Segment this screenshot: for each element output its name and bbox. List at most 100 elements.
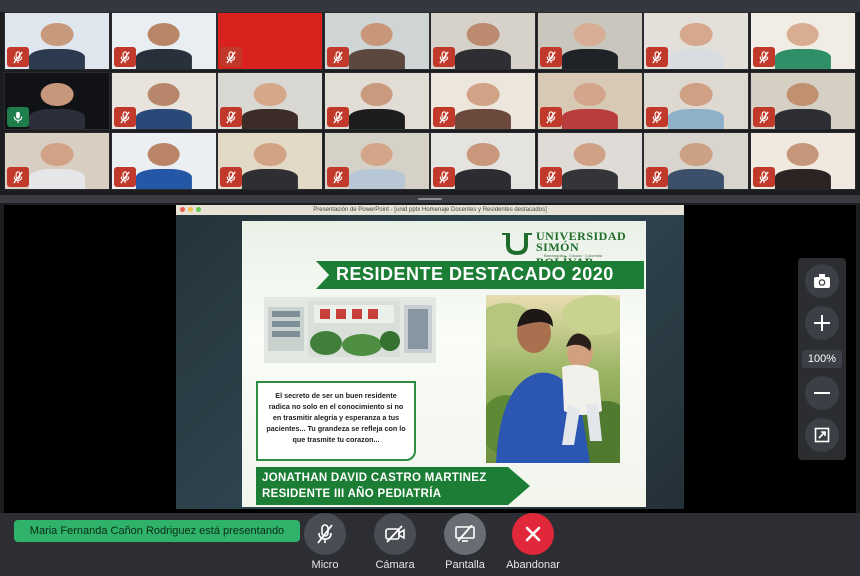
- participant-tile[interactable]: [749, 72, 856, 130]
- camera-button[interactable]: [374, 513, 416, 555]
- close-dot: [180, 207, 185, 212]
- mic-off-icon: [646, 107, 668, 127]
- screen-share-button[interactable]: [444, 513, 486, 555]
- fit-screen-button[interactable]: [805, 418, 839, 452]
- resident-name: JONATHAN DAVID CASTRO MARTINEZ: [262, 472, 487, 484]
- minus-icon: [814, 392, 830, 394]
- leave-control[interactable]: Abandonar: [498, 513, 568, 573]
- participant-tile[interactable]: [749, 12, 856, 70]
- zoom-level: 100%: [802, 350, 842, 368]
- participant-tile[interactable]: [536, 132, 643, 190]
- participant-grid: [4, 12, 856, 192]
- participant-video: [561, 142, 618, 189]
- participant-tile[interactable]: [217, 132, 323, 190]
- participant-video: [135, 22, 192, 69]
- zoom-dot: [196, 207, 201, 212]
- mic-off-icon: [752, 47, 775, 67]
- participant-video: [454, 142, 512, 189]
- participant-tile[interactable]: [110, 132, 217, 190]
- participant-video: [774, 142, 831, 189]
- participant-tile[interactable]: [323, 12, 430, 70]
- mic-button[interactable]: [304, 513, 346, 555]
- mic-off-icon: [752, 107, 775, 127]
- participant-tile[interactable]: [4, 72, 110, 130]
- mic-label: Micro: [311, 559, 339, 571]
- participant-tile[interactable]: [4, 132, 110, 190]
- participant-tile[interactable]: [217, 12, 323, 70]
- participant-video: [348, 22, 405, 69]
- mic-off-icon: [646, 167, 668, 187]
- participant-video: [135, 142, 192, 189]
- participant-video: [348, 82, 405, 129]
- mic-off-icon: [646, 47, 668, 67]
- participant-tile[interactable]: [430, 12, 536, 70]
- participant-video: [774, 22, 831, 69]
- participant-tile[interactable]: [430, 72, 536, 130]
- participant-video: [135, 82, 192, 129]
- camera-off-icon: [385, 525, 405, 543]
- screenshot-button[interactable]: [805, 264, 839, 298]
- bottom-toolbar: Maria Fernanda Cañon Rodriguez está pres…: [0, 513, 860, 576]
- participant-tile[interactable]: [749, 132, 856, 190]
- shared-window: Presentación de PowerPoint - [unid pptx …: [176, 205, 684, 509]
- participant-video: [454, 82, 512, 129]
- slide: UNIVERSIDAD SIMÓN BOLÍVAR Barranquilla ·…: [242, 221, 646, 507]
- mic-off-icon: [326, 167, 349, 187]
- zoom-controls: 100%: [798, 258, 846, 460]
- mic-off-icon: [539, 107, 562, 127]
- participant-video: [348, 142, 405, 189]
- leave-button[interactable]: [512, 513, 554, 555]
- mic-off-icon: [326, 47, 349, 67]
- top-bar: [0, 0, 860, 12]
- minimize-dot: [188, 207, 193, 212]
- participant-tile[interactable]: [536, 12, 643, 70]
- participant-video: [561, 82, 618, 129]
- participant-video: [774, 82, 831, 129]
- logo-mark-icon: [502, 233, 532, 255]
- logo-subtitle: Barranquilla · Cúcuta · Colombia: [544, 253, 603, 258]
- participant-tile[interactable]: [110, 72, 217, 130]
- divider-grip[interactable]: [418, 198, 442, 200]
- participant-video: [454, 22, 512, 69]
- participant-tile[interactable]: [4, 12, 110, 70]
- mic-off-icon: [220, 167, 242, 187]
- mic-off-icon: [220, 107, 242, 127]
- plus-icon: [814, 315, 830, 331]
- resize-divider[interactable]: [0, 195, 860, 203]
- mic-off-icon: [752, 167, 775, 187]
- participant-tile[interactable]: [536, 72, 643, 130]
- participant-tile[interactable]: [643, 12, 749, 70]
- participant-tile[interactable]: [643, 132, 749, 190]
- participant-tile[interactable]: [643, 72, 749, 130]
- camera-icon: [814, 274, 830, 288]
- mic-off-icon: [113, 167, 136, 187]
- presenting-status: Maria Fernanda Cañon Rodriguez está pres…: [14, 520, 300, 542]
- participant-tile[interactable]: [323, 132, 430, 190]
- mic-off-icon: [539, 167, 562, 187]
- slide-area: UNIVERSIDAD SIMÓN BOLÍVAR Barranquilla ·…: [176, 215, 684, 509]
- screen-share-control[interactable]: Pantalla: [430, 513, 500, 573]
- mic-control[interactable]: Micro: [290, 513, 360, 573]
- mic-on-icon: [7, 107, 29, 127]
- camera-label: Cámara: [375, 559, 415, 571]
- mic-off-icon: [433, 167, 455, 187]
- mic-off-icon: [433, 47, 455, 67]
- participant-video: [28, 82, 86, 129]
- screen-share-label: Pantalla: [445, 559, 485, 571]
- mic-off-icon: [317, 524, 333, 544]
- mic-off-icon: [113, 107, 136, 127]
- participant-tile[interactable]: [110, 12, 217, 70]
- zoom-out-button[interactable]: [805, 376, 839, 410]
- zoom-in-button[interactable]: [805, 306, 839, 340]
- heading-banner: RESIDENTE DESTACADO 2020: [316, 261, 644, 289]
- participant-video: [28, 22, 86, 69]
- participant-tile[interactable]: [323, 72, 430, 130]
- quote-box: El secreto de ser un buen residente radi…: [256, 381, 416, 461]
- close-icon: [525, 526, 541, 542]
- participant-video: [561, 22, 618, 69]
- leave-label: Abandonar: [506, 559, 560, 571]
- camera-control[interactable]: Cámara: [360, 513, 430, 573]
- participant-tile[interactable]: [430, 132, 536, 190]
- participant-tile[interactable]: [217, 72, 323, 130]
- mic-off-icon: [326, 107, 349, 127]
